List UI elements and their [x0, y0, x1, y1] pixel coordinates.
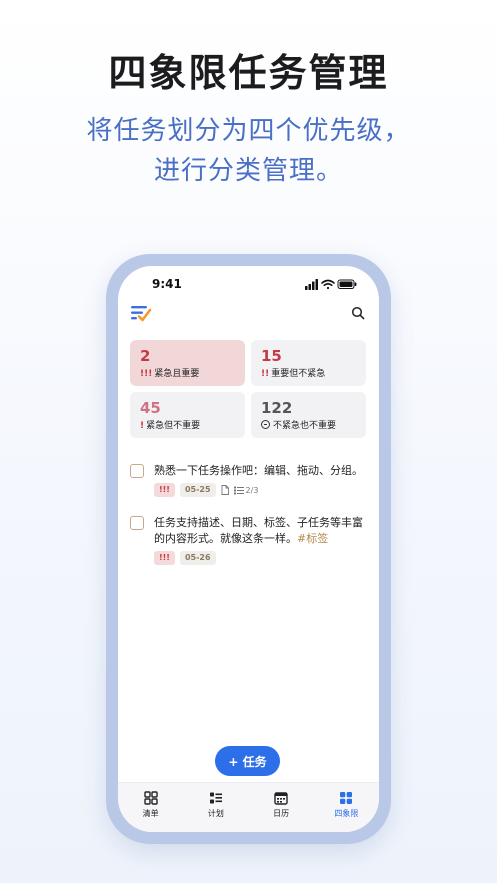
search-icon[interactable]: [351, 306, 365, 320]
tab-list[interactable]: 清单: [118, 783, 183, 832]
task-title-text: 任务支持描述、日期、标签、子任务等丰富的内容形式。就像这条一样。: [154, 516, 363, 545]
quadrant-count: 45: [140, 399, 161, 417]
minus-circle-icon: [261, 420, 270, 429]
quadrant-urgent-not-important[interactable]: 45 ! 紧急但不重要: [130, 392, 245, 438]
quadrant-important-not-urgent[interactable]: 15 !! 重要但不紧急: [251, 340, 366, 386]
add-task-button[interactable]: + 任务: [215, 746, 280, 776]
status-icons: [305, 279, 357, 290]
app-logo-icon: [131, 306, 152, 322]
priority-mark: !!!: [140, 369, 153, 379]
quadrant-not-urgent-not-important[interactable]: 122 不紧急也不重要: [251, 392, 366, 438]
priority-chip: !!!: [154, 551, 175, 565]
document-icon: [221, 485, 229, 495]
date-chip: 05-26: [179, 551, 216, 565]
quadrant-count: 2: [140, 347, 151, 365]
task-meta: !!! 05-26: [154, 551, 216, 565]
task-checkbox[interactable]: [130, 516, 144, 530]
phone-screen: 9:41 2 !!! 紧急且重要 15 !! 重要但不紧急 45 ! 紧急但不重…: [118, 266, 379, 832]
tab-label: 清单: [142, 809, 159, 818]
quadrant-label: !! 重要但不紧急: [261, 368, 356, 380]
quadrant-label-text: 重要但不紧急: [271, 369, 326, 379]
list-icon: [209, 792, 222, 804]
quadrant-label-text: 不紧急也不重要: [273, 421, 337, 431]
subtask-indicator: 2/3: [233, 485, 259, 495]
tab-quadrant[interactable]: 四象限: [314, 783, 379, 832]
task-title: 熟悉一下任务操作吧：编辑、拖动、分组。: [154, 464, 363, 477]
calendar-icon: [274, 792, 288, 805]
tab-calendar[interactable]: 日历: [249, 783, 314, 832]
quadrant-label-text: 紧急但不重要: [146, 421, 201, 431]
quadrant-label: ! 紧急但不重要: [140, 420, 235, 432]
quadrant-icon: [340, 792, 353, 804]
tab-label: 计划: [207, 809, 224, 818]
promo-headline: 四象限任务管理: [108, 51, 389, 95]
bottom-tab-bar: 清单 计划 日历 四象限: [118, 782, 379, 832]
priority-mark: !: [140, 421, 145, 431]
signal-icon: [305, 279, 318, 290]
note-indicator: [221, 485, 229, 495]
task-checkbox[interactable]: [130, 464, 144, 478]
subtask-count: 2/3: [245, 485, 259, 495]
quadrant-label: !!! 紧急且重要: [140, 368, 235, 380]
wifi-icon: [321, 279, 335, 290]
tab-plan[interactable]: 计划: [183, 783, 248, 832]
priority-chip: !!!: [154, 483, 175, 497]
subtask-list-icon: [233, 486, 244, 494]
priority-mark: !!: [261, 369, 270, 379]
tab-label: 四象限: [334, 809, 359, 818]
quadrant-count: 122: [261, 399, 293, 417]
battery-icon: [337, 279, 357, 289]
promo-subline-1: 将任务划分为四个优先级，: [86, 116, 411, 146]
status-bar: 9:41: [118, 266, 379, 302]
quadrant-label: 不紧急也不重要: [261, 420, 356, 432]
grid-icon: [143, 791, 158, 805]
quadrant-count: 15: [261, 347, 282, 365]
task-tag[interactable]: #标签: [297, 532, 328, 545]
task-meta: !!! 05-25 2/3: [154, 483, 258, 497]
date-chip: 05-25: [179, 483, 216, 497]
tab-label: 日历: [273, 809, 290, 818]
quadrant-urgent-important[interactable]: 2 !!! 紧急且重要: [130, 340, 245, 386]
task-title: 任务支持描述、日期、标签、子任务等丰富的内容形式。就像这条一样。#标签: [154, 515, 366, 547]
quadrant-label-text: 紧急且重要: [154, 369, 200, 379]
status-time: 9:41: [152, 277, 182, 291]
promo-subline-2: 进行分类管理。: [153, 156, 343, 186]
